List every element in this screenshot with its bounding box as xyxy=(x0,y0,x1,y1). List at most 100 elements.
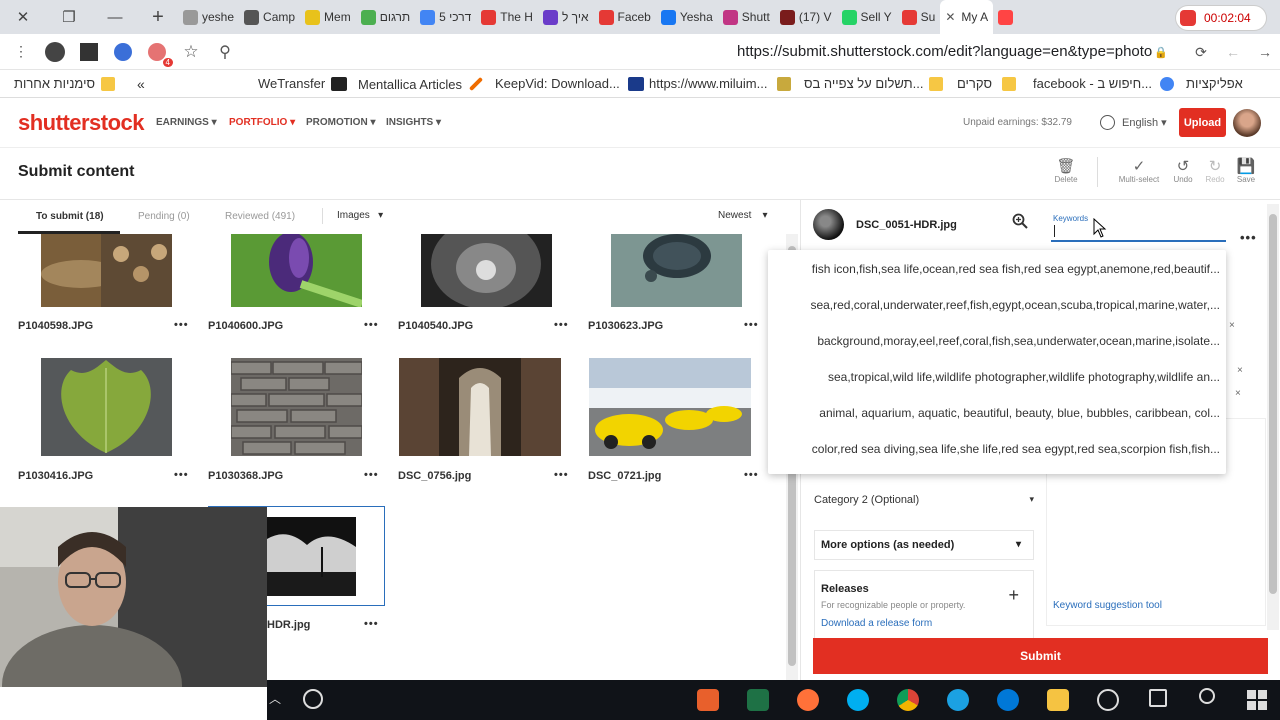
bookmark-other[interactable]: סימניות אחרות xyxy=(14,76,116,91)
ccleaner-icon[interactable] xyxy=(1097,689,1119,711)
thumbnail-stone-wall[interactable] xyxy=(231,358,362,456)
avatar[interactable] xyxy=(1233,109,1261,137)
browser-tab[interactable]: Camp xyxy=(239,0,300,34)
browser-tab[interactable]: 5 דרכי xyxy=(415,0,476,34)
remove-keyword-icon[interactable]: × xyxy=(1235,388,1241,399)
thumbnail-turtle[interactable] xyxy=(611,234,742,307)
submit-button[interactable]: Submit xyxy=(813,638,1268,674)
extension-icon[interactable] xyxy=(76,39,102,65)
firefox-icon[interactable] xyxy=(797,689,819,711)
bookmark[interactable]: WeTransfer xyxy=(258,76,348,91)
autocomplete-option[interactable]: background,moray,eel,reef,coral,fish,sea… xyxy=(780,334,1220,348)
more-options-icon[interactable]: ••• xyxy=(554,319,569,331)
remove-keyword-icon[interactable]: × xyxy=(1237,365,1243,376)
search-icon[interactable]: ⚲ xyxy=(212,39,238,65)
recording-indicator[interactable]: 00:02:04 xyxy=(1176,6,1266,30)
window-restore-icon[interactable]: ❐ xyxy=(46,0,92,34)
autocomplete-option[interactable]: fish icon,fish,sea life,ocean,red sea fi… xyxy=(780,262,1220,276)
browser-tab[interactable]: (17) V xyxy=(775,0,837,34)
save-button[interactable]: 💾 Save xyxy=(1226,157,1266,184)
zoom-in-icon[interactable] xyxy=(1012,213,1028,229)
tab-reviewed[interactable]: Reviewed (491) xyxy=(225,211,295,222)
remove-keyword-icon[interactable]: × xyxy=(1229,320,1235,331)
tab-pending[interactable]: Pending (0) xyxy=(138,211,190,222)
autocomplete-option[interactable]: animal, aquarium, aquatic, beautiful, be… xyxy=(780,406,1220,420)
more-options-icon[interactable]: ••• xyxy=(364,469,379,481)
autocomplete-option[interactable]: sea,tropical,wild life,wildlife photogra… xyxy=(780,370,1220,384)
media-type-dropdown[interactable]: Images ▾ xyxy=(337,210,383,221)
browser-tab[interactable]: Yesha xyxy=(656,0,718,34)
thumbnail-hdr[interactable] xyxy=(267,517,356,596)
extension-icon[interactable] xyxy=(110,39,136,65)
task-view-icon[interactable] xyxy=(1149,689,1167,707)
tab-to-submit[interactable]: To submit (18) xyxy=(36,211,104,222)
taskbar-up-icon[interactable]: ︿ xyxy=(269,690,281,707)
scrollbar-thumb[interactable] xyxy=(1269,214,1277,594)
thumbnail-yellow-cars[interactable] xyxy=(589,358,751,456)
file-explorer-icon[interactable] xyxy=(1047,689,1069,711)
browser-tab[interactable]: Mem xyxy=(300,0,356,34)
nav-earnings[interactable]: EARNINGS ▾ xyxy=(156,117,217,128)
more-options-icon[interactable]: ••• xyxy=(174,319,189,331)
language-selector[interactable]: English ▾ xyxy=(1100,115,1167,130)
browser-tab[interactable]: Faceb xyxy=(594,0,656,34)
browser-tab-active[interactable]: ✕ My A xyxy=(940,0,994,34)
more-options-icon[interactable]: ••• xyxy=(554,469,569,481)
bookmark[interactable]: Mentallica Articles xyxy=(358,76,484,92)
excel-icon[interactable] xyxy=(747,689,769,711)
skype-icon[interactable] xyxy=(847,689,869,711)
bookmark[interactable]: KeepVid: Download... xyxy=(495,76,644,91)
thumbnail-logs[interactable] xyxy=(41,234,172,307)
upload-button[interactable]: Upload xyxy=(1179,108,1226,137)
category-2-select[interactable]: Category 2 (Optional) ▾ xyxy=(814,494,1034,510)
window-close-icon[interactable]: ✕ xyxy=(0,0,46,34)
bookmark[interactable]: סקרים xyxy=(957,76,1017,91)
recorder-app-icon[interactable] xyxy=(697,689,719,711)
autocomplete-option[interactable]: color,red sea diving,sea life,she life,r… xyxy=(780,442,1220,456)
more-options-expander[interactable]: More options (as needed) ▾ xyxy=(814,530,1034,560)
more-options-icon[interactable]: ••• xyxy=(364,618,379,630)
browser-tab[interactable]: איך ל xyxy=(538,0,594,34)
reload-icon[interactable]: ⟳ xyxy=(1188,39,1214,65)
chrome-icon[interactable] xyxy=(897,689,919,711)
bookmark-star-icon[interactable]: ☆ xyxy=(178,39,204,65)
nav-promotion[interactable]: PROMOTION ▾ xyxy=(306,117,375,128)
thumbnail-tunnel[interactable] xyxy=(421,234,552,307)
thumbnail-tulip[interactable] xyxy=(231,234,362,307)
browser-tab[interactable]: yeshe xyxy=(178,0,239,34)
more-options-icon[interactable]: ••• xyxy=(1240,230,1257,245)
windows-start-icon[interactable] xyxy=(1247,690,1267,710)
back-icon[interactable]: ← xyxy=(1220,39,1246,65)
url-text[interactable]: https://submit.shutterstock.com/edit?lan… xyxy=(737,43,1152,60)
add-release-icon[interactable]: + xyxy=(1008,585,1019,606)
collapse-icon[interactable]: « xyxy=(137,76,145,92)
shutterstock-logo[interactable]: shutterstock xyxy=(18,110,145,136)
search-icon[interactable] xyxy=(1199,688,1215,704)
panel-scrollbar[interactable] xyxy=(1267,204,1279,630)
autocomplete-option[interactable]: sea,red,coral,underwater,reef,fish,egypt… xyxy=(780,298,1220,312)
more-options-icon[interactable]: ••• xyxy=(744,469,759,481)
browser-tab[interactable]: Shutt xyxy=(718,0,775,34)
extension-icon[interactable] xyxy=(42,39,68,65)
delete-button[interactable]: 🗑 Delete xyxy=(1046,157,1086,184)
thumbnail-leaf[interactable] xyxy=(41,358,172,456)
keyword-suggestion-link[interactable]: Keyword suggestion tool xyxy=(1053,600,1162,611)
bookmark-apps[interactable]: אפליקציות xyxy=(1186,76,1243,91)
search-app-icon[interactable] xyxy=(947,689,969,711)
nav-portfolio[interactable]: PORTFOLIO ▾ xyxy=(229,117,295,128)
thumbnail-arcade[interactable] xyxy=(399,358,561,456)
multi-select-button[interactable]: ✓ Multi-select xyxy=(1113,157,1165,184)
edge-icon[interactable] xyxy=(997,689,1019,711)
window-minimize-icon[interactable]: — xyxy=(92,0,138,34)
bookmark[interactable]: https://www.miluim... xyxy=(649,76,792,91)
bookmark[interactable]: facebook - חיפוש ב... xyxy=(1033,76,1175,91)
forward-icon[interactable]: → xyxy=(1252,39,1278,65)
browser-tab[interactable]: Su xyxy=(897,0,941,34)
new-tab-button[interactable]: + xyxy=(138,0,178,34)
bookmark[interactable]: תשלום על צפייה בס... xyxy=(804,76,944,91)
extension-icon[interactable]: 4 xyxy=(144,39,173,67)
tab-close-icon[interactable]: ✕ xyxy=(945,10,955,24)
menu-kebab-icon[interactable]: ⋮ xyxy=(8,39,34,65)
download-release-link[interactable]: Download a release form xyxy=(821,618,1027,629)
more-options-icon[interactable]: ••• xyxy=(744,319,759,331)
